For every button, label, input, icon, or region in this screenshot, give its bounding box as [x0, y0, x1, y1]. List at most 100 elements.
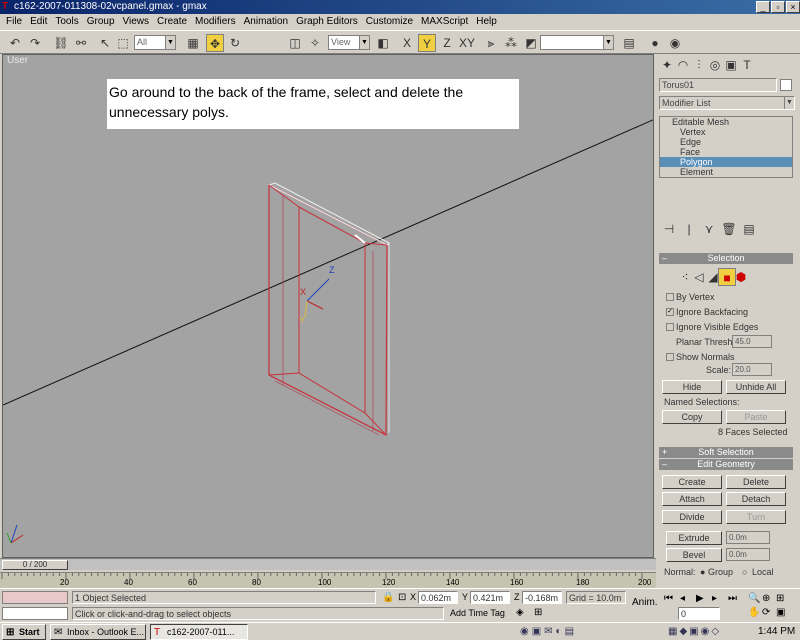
paste-button[interactable]: Paste [726, 410, 786, 424]
show-end-result-icon[interactable]: | [680, 220, 698, 238]
reference-coord-dropdown[interactable]: View ▼ [328, 35, 370, 50]
layers-icon[interactable]: ▤ [620, 34, 638, 52]
detach-button[interactable]: Detach [726, 492, 786, 506]
object-color-swatch[interactable] [780, 79, 792, 91]
menu-tools[interactable]: Tools [51, 14, 82, 30]
x-coord-field[interactable]: 0.062m [418, 591, 458, 604]
y-coord-field[interactable]: 0.421m [470, 591, 510, 604]
group-radio-dot[interactable]: ● [700, 567, 705, 577]
zoom-extents-icon[interactable]: ⊞ [776, 593, 784, 604]
unhide-all-button[interactable]: Unhide All [726, 380, 786, 394]
time-config-icon[interactable]: ⊞ [534, 607, 542, 618]
stack-element[interactable]: Element [660, 167, 792, 177]
turn-button[interactable]: Turn [726, 510, 786, 524]
copy-button[interactable]: Copy [662, 410, 722, 424]
animate-toggle[interactable]: Anim. [632, 597, 658, 608]
menu-file[interactable]: File [2, 14, 26, 30]
named-selection-dropdown[interactable]: ▼ [540, 35, 614, 50]
scene-canvas[interactable]: Z X Y [3, 55, 654, 558]
link-icon[interactable]: ⛓ [52, 34, 70, 52]
key-mode-icon[interactable]: ◈ [516, 607, 524, 618]
selection-filter-dropdown[interactable]: All ▼ [134, 35, 176, 50]
object-name-field[interactable]: Torus01 [659, 78, 777, 92]
pin-stack-icon[interactable]: ⊣ [660, 220, 678, 238]
by-vertex-checkbox[interactable] [666, 293, 674, 301]
stack-edge[interactable]: Edge [660, 137, 792, 147]
planar-thresh-spinner[interactable]: 45.0 [732, 335, 772, 348]
close-button[interactable]: × [786, 1, 800, 13]
hide-button[interactable]: Hide [662, 380, 722, 394]
goto-end-icon[interactable]: ⏭ [728, 593, 737, 604]
time-slider-track[interactable] [0, 558, 656, 570]
zoom-icon[interactable]: 🔍 [748, 593, 760, 604]
play-icon[interactable]: ▶ [696, 593, 704, 604]
soft-selection-rollout-header[interactable]: + Soft Selection [659, 447, 793, 458]
create-button[interactable]: Create [662, 475, 722, 489]
configure-sets-icon[interactable]: ▤ [740, 220, 758, 238]
move-icon[interactable]: ✥ [206, 34, 224, 52]
z-coord-field[interactable]: -0.168m [522, 591, 562, 604]
constrain-xy-icon[interactable]: XY [458, 34, 476, 52]
absolute-mode-icon[interactable]: ⊡ [398, 592, 406, 603]
divide-button[interactable]: Divide [662, 510, 722, 524]
modifier-list-dropdown[interactable]: Modifier List ▼ [659, 96, 795, 110]
maximize-button[interactable]: ▫ [771, 1, 785, 13]
unlink-icon[interactable]: ⚯ [72, 34, 90, 52]
menu-group[interactable]: Group [83, 14, 119, 30]
menu-edit[interactable]: Edit [26, 14, 51, 30]
local-radio-dot[interactable]: ○ [742, 567, 747, 577]
time-slider-thumb[interactable]: 0 / 200 [2, 560, 68, 570]
bevel-button[interactable]: Bevel [666, 548, 722, 562]
extrude-spinner[interactable]: 0.0m [726, 531, 770, 544]
arc-rotate-icon[interactable]: ⟳ [762, 607, 770, 618]
constrain-x-icon[interactable]: X [398, 34, 416, 52]
scale-icon[interactable]: ◫ [286, 34, 304, 52]
trackbar[interactable]: 20 40 60 80 100 120 140 160 180 200 [0, 572, 656, 588]
region-select-icon[interactable]: ⬚ [114, 34, 132, 52]
maxscript-listener[interactable] [2, 591, 68, 604]
zoom-all-icon[interactable]: ⊕ [762, 593, 770, 604]
menu-graph-editors[interactable]: Graph Editors [292, 14, 362, 30]
menu-maxscript[interactable]: MAXScript [417, 14, 472, 30]
pan-icon[interactable]: ✋ [748, 607, 760, 618]
bevel-spinner[interactable]: 0.0m [726, 548, 770, 561]
lock-selection-icon[interactable]: 🔒 [382, 592, 394, 603]
utilities-tab-icon[interactable]: T [738, 56, 756, 74]
constrain-y-icon[interactable]: Y [418, 34, 436, 52]
maxscript-mini-input[interactable] [2, 607, 68, 620]
pivot-icon[interactable]: ◧ [374, 34, 392, 52]
select-by-name-icon[interactable]: ▦ [184, 34, 202, 52]
attach-button[interactable]: Attach [662, 492, 722, 506]
show-normals-checkbox[interactable] [666, 353, 674, 361]
prev-frame-icon[interactable]: ◂ [680, 593, 685, 604]
render-icon[interactable]: ◉ [666, 34, 684, 52]
align-icon[interactable]: ◩ [522, 34, 540, 52]
rotate-icon[interactable]: ↻ [226, 34, 244, 52]
quick-launch-icons[interactable]: ◉▣✉◐▤ [520, 626, 577, 637]
menu-create[interactable]: Create [153, 14, 191, 30]
element-level-icon[interactable]: ⬢ [732, 268, 750, 286]
stack-editable-mesh[interactable]: Editable Mesh [660, 117, 792, 127]
ignore-backfacing-checkbox[interactable]: ✓ [666, 308, 674, 316]
menu-modifiers[interactable]: Modifiers [191, 14, 240, 30]
selection-rollout-header[interactable]: – Selection [659, 253, 793, 264]
menu-customize[interactable]: Customize [362, 14, 417, 30]
taskbar-item-gmax[interactable]: T c162-2007-011... [150, 624, 248, 640]
constrain-z-icon[interactable]: Z [438, 34, 456, 52]
taskbar-item-outlook[interactable]: ✉ Inbox - Outlook E... [50, 624, 146, 640]
current-frame-field[interactable]: 0 [678, 607, 720, 620]
material-editor-icon[interactable]: ● [646, 34, 664, 52]
menu-animation[interactable]: Animation [240, 14, 292, 30]
snap-icon[interactable]: ✧ [306, 34, 324, 52]
system-tray-icons[interactable]: ▦◆▣◉◇ [668, 626, 721, 637]
minimize-button[interactable]: _ [756, 1, 770, 13]
undo-icon[interactable]: ↶ [6, 34, 24, 52]
ignore-visible-edges-checkbox[interactable] [666, 323, 674, 331]
scale-spinner[interactable]: 20.0 [732, 363, 772, 376]
stack-face[interactable]: Face [660, 147, 792, 157]
viewport-user[interactable]: User Z X Y Go around to the back of the … [2, 54, 654, 558]
menu-views[interactable]: Views [119, 14, 154, 30]
stack-vertex[interactable]: Vertex [660, 127, 792, 137]
goto-start-icon[interactable]: ⏮ [664, 593, 673, 604]
mirror-icon[interactable]: ⫸ [482, 34, 500, 52]
